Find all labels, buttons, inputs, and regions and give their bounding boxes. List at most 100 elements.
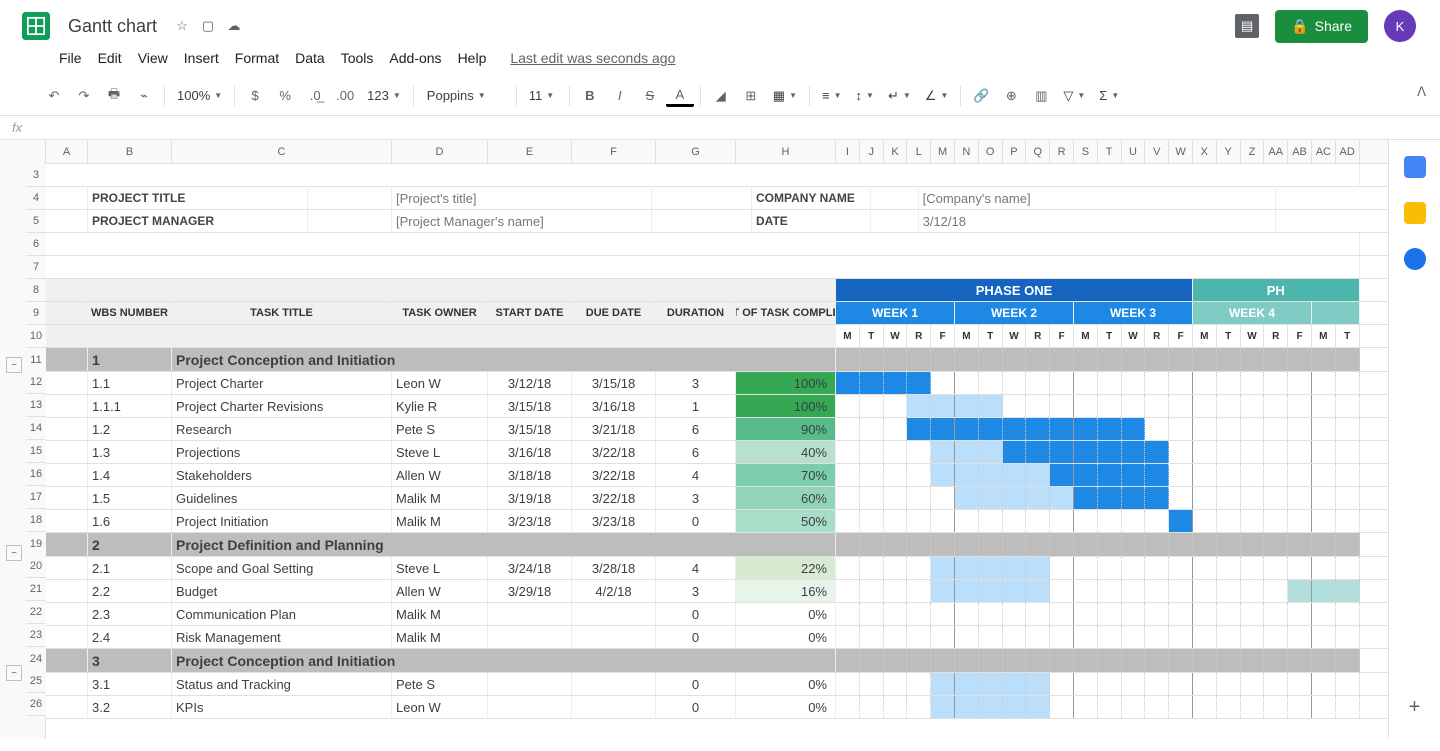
cell[interactable]	[1098, 348, 1122, 371]
undo-icon[interactable]: ↶	[40, 82, 68, 110]
cell[interactable]	[1145, 372, 1169, 394]
cloud-icon[interactable]: ☁	[225, 17, 243, 35]
cell[interactable]	[1264, 464, 1288, 486]
cell[interactable]	[1288, 649, 1312, 672]
cell[interactable]	[1312, 673, 1336, 695]
row-number[interactable]: 17	[26, 486, 46, 509]
cell[interactable]: F	[1288, 325, 1312, 347]
col-header[interactable]: P	[1003, 140, 1027, 163]
cell[interactable]: START DATE	[488, 302, 572, 324]
cell[interactable]	[1122, 418, 1146, 440]
cell[interactable]	[1003, 533, 1027, 556]
cell[interactable]	[884, 580, 908, 602]
cell[interactable]	[1003, 487, 1027, 509]
cell[interactable]	[1145, 649, 1169, 672]
cell[interactable]: F	[1169, 325, 1193, 347]
tasks-addon-icon[interactable]	[1404, 248, 1426, 270]
cell[interactable]	[860, 372, 884, 394]
cell[interactable]	[955, 533, 979, 556]
cell[interactable]	[884, 696, 908, 718]
cell[interactable]: R	[1264, 325, 1288, 347]
cell[interactable]	[1003, 418, 1027, 440]
cell[interactable]	[1074, 649, 1098, 672]
group-toggle[interactable]: −	[6, 545, 22, 561]
cell[interactable]	[1145, 510, 1169, 532]
cell[interactable]	[860, 580, 884, 602]
cell[interactable]	[1050, 580, 1074, 602]
cell[interactable]	[907, 418, 931, 440]
currency-icon[interactable]: $	[241, 82, 269, 110]
cell[interactable]	[1122, 603, 1146, 625]
cell[interactable]: 3	[656, 372, 736, 394]
cell[interactable]	[979, 626, 1003, 648]
cell[interactable]	[907, 580, 931, 602]
cell[interactable]	[907, 649, 931, 672]
cell[interactable]	[1050, 487, 1074, 509]
formula-input[interactable]	[40, 120, 1440, 135]
cell[interactable]	[46, 164, 1360, 186]
cell[interactable]: 1.5	[88, 487, 172, 509]
cell[interactable]	[46, 279, 836, 301]
cell[interactable]: Projections	[172, 441, 392, 463]
cell[interactable]	[1145, 696, 1169, 718]
cell[interactable]	[836, 603, 860, 625]
cell[interactable]	[884, 441, 908, 463]
cell[interactable]	[572, 626, 656, 648]
menu-tools[interactable]: Tools	[334, 46, 381, 70]
cell[interactable]	[836, 395, 860, 417]
cell[interactable]	[46, 372, 88, 394]
cell[interactable]	[1312, 348, 1336, 371]
cell[interactable]	[1288, 510, 1312, 532]
row-number[interactable]: 16	[26, 463, 46, 486]
cell[interactable]	[1050, 649, 1074, 672]
cell[interactable]: Communication Plan	[172, 603, 392, 625]
cell[interactable]: T	[1217, 325, 1241, 347]
cell[interactable]	[1074, 464, 1098, 486]
cell[interactable]	[1264, 557, 1288, 579]
cell[interactable]: 90%	[736, 418, 836, 440]
cell[interactable]	[1074, 487, 1098, 509]
cell[interactable]: 0%	[736, 626, 836, 648]
cell[interactable]	[46, 673, 88, 695]
col-header[interactable]: M	[931, 140, 955, 163]
col-header[interactable]: U	[1122, 140, 1146, 163]
cell[interactable]	[46, 533, 88, 556]
cell[interactable]	[1145, 557, 1169, 579]
cell[interactable]	[836, 673, 860, 695]
cell[interactable]	[955, 510, 979, 532]
cell[interactable]	[836, 372, 860, 394]
cell[interactable]	[1336, 510, 1360, 532]
cell[interactable]: 3/21/18	[572, 418, 656, 440]
cell[interactable]: Project Initiation	[172, 510, 392, 532]
cell[interactable]	[1169, 557, 1193, 579]
cell[interactable]	[1145, 626, 1169, 648]
cell[interactable]	[884, 673, 908, 695]
cell[interactable]: T	[1336, 325, 1360, 347]
cell[interactable]	[1217, 441, 1241, 463]
cell[interactable]	[1288, 603, 1312, 625]
cell[interactable]: 3/15/18	[488, 395, 572, 417]
cell[interactable]	[931, 696, 955, 718]
cell[interactable]	[1288, 348, 1312, 371]
cell[interactable]	[836, 649, 860, 672]
cell[interactable]: Budget	[172, 580, 392, 602]
cell[interactable]	[1003, 649, 1027, 672]
cell[interactable]	[1003, 673, 1027, 695]
row-number[interactable]: 26	[26, 693, 46, 716]
cell[interactable]	[1145, 348, 1169, 371]
cell[interactable]	[931, 557, 955, 579]
cell[interactable]: 0%	[736, 696, 836, 718]
cell[interactable]: 22%	[736, 557, 836, 579]
cell[interactable]	[860, 696, 884, 718]
cell[interactable]: Malik M	[392, 603, 488, 625]
paint-format-icon[interactable]: ⌁	[130, 82, 158, 110]
zoom-select[interactable]: 100%▼	[171, 83, 228, 109]
cell[interactable]: [Project Manager's name]	[392, 210, 652, 232]
cell[interactable]	[955, 580, 979, 602]
cell[interactable]	[931, 673, 955, 695]
cell[interactable]	[1288, 418, 1312, 440]
cell[interactable]: 3/22/18	[572, 487, 656, 509]
cell[interactable]	[1264, 418, 1288, 440]
cell[interactable]: T	[860, 325, 884, 347]
cell[interactable]	[979, 372, 1003, 394]
